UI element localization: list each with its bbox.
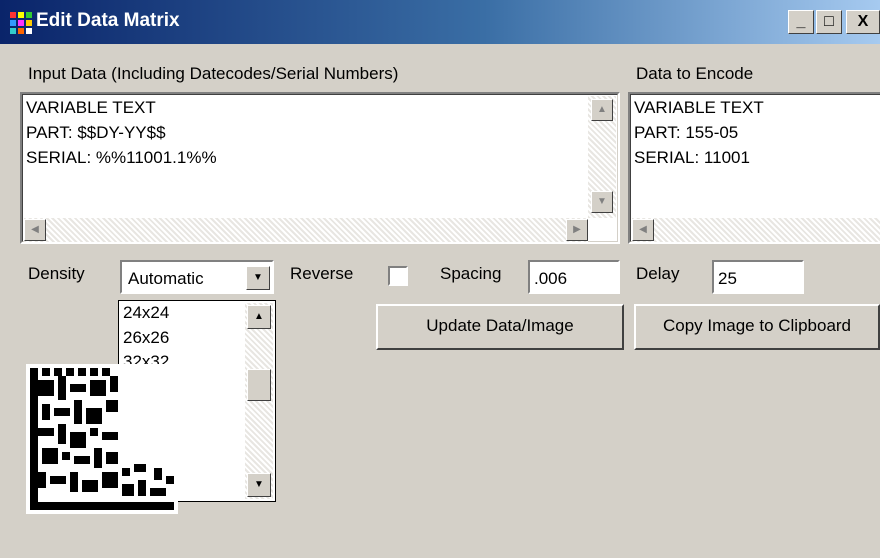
- encode-line-3: SERIAL: 11001: [634, 148, 750, 167]
- input-line-3: SERIAL: %%11001.1%%: [26, 148, 217, 167]
- window-title: Edit Data Matrix: [36, 10, 180, 31]
- arrow-left-icon[interactable]: ◀: [24, 219, 46, 241]
- spacing-input[interactable]: .006: [528, 260, 620, 294]
- density-label: Density: [28, 264, 85, 283]
- input-horizontal-scrollbar[interactable]: ◀ ▶: [24, 218, 588, 242]
- update-data-image-button[interactable]: Update Data/Image: [376, 304, 624, 350]
- encode-horizontal-scrollbar[interactable]: ◀: [632, 218, 880, 242]
- reverse-checkbox[interactable]: [388, 266, 408, 286]
- input-vertical-scrollbar[interactable]: ▲ ▼: [588, 96, 616, 218]
- density-option[interactable]: 26x26: [123, 328, 169, 348]
- input-data-label: Input Data (Including Datecodes/Serial N…: [28, 64, 399, 83]
- close-button[interactable]: X: [846, 10, 880, 34]
- spacing-label: Spacing: [440, 264, 502, 283]
- input-data-textarea[interactable]: VARIABLE TEXT PART: $$DY-YY$$ SERIAL: %%…: [20, 92, 620, 244]
- encode-data-textarea[interactable]: VARIABLE TEXT PART: 155-05 SERIAL: 11001…: [628, 92, 880, 244]
- arrow-left-icon[interactable]: ◀: [632, 219, 654, 241]
- title-bar[interactable]: Edit Data Matrix _ □ X: [0, 0, 880, 44]
- input-line-2: PART: $$DY-YY$$: [26, 123, 166, 142]
- data-matrix-barcode: [26, 364, 178, 514]
- dropdown-scrollbar[interactable]: ▲ ▼: [245, 303, 273, 499]
- density-select[interactable]: Automatic ▼: [120, 260, 274, 294]
- arrow-up-icon[interactable]: ▲: [247, 305, 271, 329]
- encode-line-2: PART: 155-05: [634, 123, 739, 142]
- chevron-down-icon[interactable]: ▼: [246, 266, 270, 290]
- density-selected-value: Automatic: [128, 269, 204, 288]
- density-option[interactable]: 24x24: [123, 303, 169, 323]
- delay-label: Delay: [636, 264, 680, 283]
- delay-input[interactable]: 25: [712, 260, 804, 294]
- copy-image-to-clipboard-button[interactable]: Copy Image to Clipboard: [634, 304, 880, 350]
- arrow-down-icon[interactable]: ▼: [247, 473, 271, 497]
- delay-value: 25: [718, 269, 737, 288]
- arrow-down-icon[interactable]: ▼: [591, 191, 613, 213]
- minimize-button[interactable]: _: [788, 10, 814, 34]
- data-matrix-app-icon: [10, 12, 32, 34]
- maximize-button[interactable]: □: [816, 10, 842, 34]
- reverse-label: Reverse: [290, 264, 354, 283]
- arrow-right-icon[interactable]: ▶: [566, 219, 588, 241]
- encode-data-label: Data to Encode: [636, 64, 754, 83]
- spacing-value: .006: [534, 269, 568, 288]
- input-line-1: VARIABLE TEXT: [26, 98, 156, 117]
- scroll-thumb[interactable]: [247, 369, 271, 401]
- arrow-up-icon[interactable]: ▲: [591, 99, 613, 121]
- encode-line-1: VARIABLE TEXT: [634, 98, 764, 117]
